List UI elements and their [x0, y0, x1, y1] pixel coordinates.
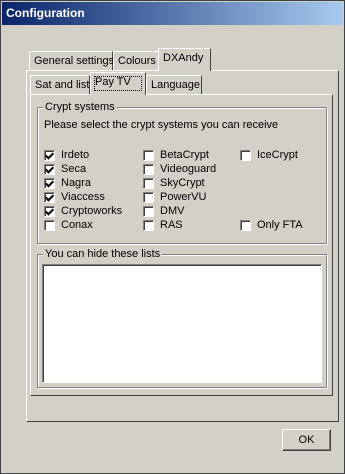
checkbox-betacrypt[interactable]: BetaCrypt: [143, 149, 209, 161]
tab-dxandy[interactable]: DXAndy: [158, 48, 211, 71]
checkbox-dmv[interactable]: DMV: [143, 205, 184, 217]
checkbox-label: RAS: [160, 219, 183, 231]
tab-label: Colours: [118, 55, 156, 67]
checkbox-box[interactable]: [44, 177, 55, 189]
checkbox-box[interactable]: [44, 219, 55, 231]
checkbox-box[interactable]: [44, 191, 55, 203]
tab-label: Pay TV: [95, 76, 131, 88]
checkbox-nagra[interactable]: Nagra: [44, 177, 91, 189]
checkbox-box[interactable]: [143, 149, 154, 161]
checkbox-label: BetaCrypt: [160, 149, 209, 161]
checkbox-label: Irdeto: [61, 149, 90, 161]
checkbox-label: Nagra: [61, 177, 91, 189]
checkbox-skycrypt[interactable]: SkyCrypt: [143, 177, 205, 189]
tab-label: Language: [151, 79, 200, 91]
checkbox-icecrypt[interactable]: IceCrypt: [240, 149, 298, 161]
tab-colours[interactable]: Colours: [113, 51, 159, 71]
checkbox-box[interactable]: [240, 219, 251, 231]
checkbox-label: Conax: [61, 219, 93, 231]
checkbox-box[interactable]: [143, 177, 154, 189]
pay-tv-panel: Crypt systems Please select the crypt sy…: [30, 94, 333, 396]
ok-button-label: OK: [298, 434, 315, 446]
checkbox-label: SkyCrypt: [160, 177, 205, 189]
tab-sat-and-lists[interactable]: Sat and lists: [30, 75, 95, 95]
checkbox-label: DMV: [160, 205, 185, 217]
ok-button[interactable]: OK: [282, 429, 331, 451]
hidden-lists-listbox[interactable]: [42, 264, 322, 383]
checkbox-box[interactable]: [143, 163, 154, 175]
checkbox-box[interactable]: [143, 205, 154, 217]
checkbox-label: Viaccess: [61, 191, 105, 203]
checkbox-videoguard[interactable]: Videoguard: [143, 163, 216, 175]
checkbox-seca[interactable]: Seca: [44, 163, 86, 175]
checkbox-irdeto[interactable]: Irdeto: [44, 149, 89, 161]
checkbox-label: PowerVU: [160, 191, 207, 203]
hide-lists-group: You can hide these lists: [37, 248, 327, 388]
hide-lists-legend: You can hide these lists: [43, 248, 163, 260]
crypt-systems-group: Crypt systems Please select the crypt sy…: [37, 101, 327, 244]
checkbox-box[interactable]: [240, 149, 251, 161]
window-title: Configuration: [6, 6, 85, 20]
title-bar[interactable]: Configuration: [2, 2, 343, 25]
checkbox-label: Seca: [61, 163, 87, 175]
tab-label: General settings: [34, 55, 115, 67]
checkbox-only-fta[interactable]: Only FTA: [240, 219, 303, 231]
tab-pay-tv[interactable]: Pay TV: [90, 72, 146, 95]
checkbox-box[interactable]: [44, 163, 55, 175]
tab-general-settings[interactable]: General settings: [29, 51, 115, 71]
checkbox-label: Cryptoworks: [61, 205, 123, 217]
tab-language[interactable]: Language: [146, 75, 202, 95]
checkbox-box[interactable]: [143, 219, 154, 231]
checkbox-label: Only FTA: [257, 219, 303, 231]
crypt-instruction: Please select the crypt systems you can …: [44, 119, 279, 131]
checkbox-box[interactable]: [143, 191, 154, 203]
configuration-window: Configuration General settings Colours D…: [0, 0, 345, 474]
checkbox-viaccess[interactable]: Viaccess: [44, 191, 105, 203]
checkbox-box[interactable]: [44, 205, 55, 217]
checkbox-label: IceCrypt: [257, 149, 298, 161]
checkbox-ras[interactable]: RAS: [143, 219, 183, 231]
tab-label: DXAndy: [163, 52, 204, 64]
crypt-systems-legend: Crypt systems: [43, 101, 117, 113]
checkbox-label: Videoguard: [160, 163, 217, 175]
checkbox-box[interactable]: [44, 149, 55, 161]
checkbox-powervu[interactable]: PowerVU: [143, 191, 206, 203]
checkbox-cryptoworks[interactable]: Cryptoworks: [44, 205, 122, 217]
tab-label: Sat and lists: [35, 79, 95, 91]
checkbox-conax[interactable]: Conax: [44, 219, 93, 231]
dxandy-panel: Sat and lists Pay TV Language Crypt syst…: [26, 70, 339, 422]
